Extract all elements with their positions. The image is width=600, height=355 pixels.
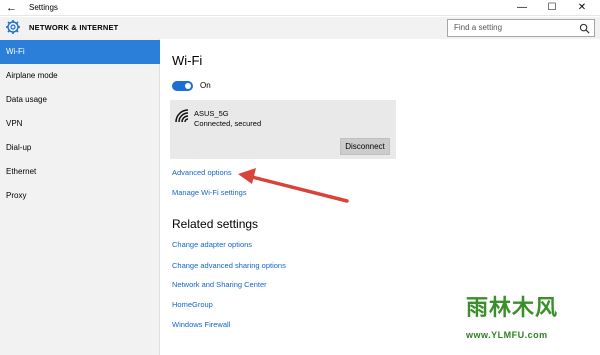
watermark-url: www.YLMFU.com <box>466 330 548 340</box>
watermark-logo: 雨林木风 www.YLMFU.com <box>462 290 594 348</box>
watermark-text: 雨林木风 <box>466 296 559 321</box>
